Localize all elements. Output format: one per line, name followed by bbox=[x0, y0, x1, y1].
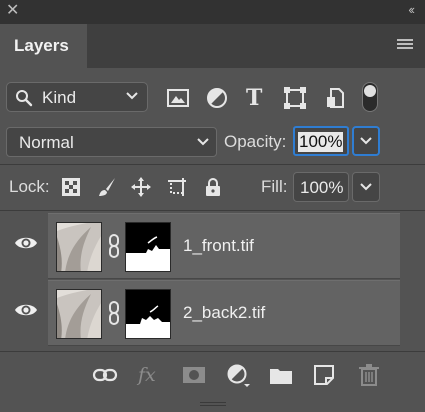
filter-kind-select[interactable]: Kind bbox=[6, 82, 148, 112]
visibility-eye-icon[interactable] bbox=[14, 235, 38, 251]
opacity-input[interactable]: 100% bbox=[293, 126, 349, 156]
smart-object-filter-icon[interactable] bbox=[324, 86, 348, 110]
opacity-label: Opacity: bbox=[224, 132, 287, 151]
divider bbox=[0, 210, 425, 211]
lock-label: Lock: bbox=[9, 177, 50, 196]
type-layer-filter-icon[interactable]: T bbox=[246, 86, 270, 110]
filter-kind-label: Kind bbox=[42, 88, 77, 107]
new-adjustment-layer-icon[interactable] bbox=[225, 362, 251, 388]
lock-transparent-pixels-icon[interactable] bbox=[61, 177, 81, 197]
new-layer-icon[interactable] bbox=[311, 362, 337, 388]
lock-all-icon[interactable] bbox=[203, 177, 223, 197]
chevron-down-icon bbox=[360, 137, 372, 145]
layer-name: 2_back2.tif bbox=[183, 303, 266, 322]
opacity-dropdown-button[interactable] bbox=[352, 126, 380, 156]
blend-mode-select[interactable]: Normal bbox=[6, 127, 217, 157]
layer-mask-link-icon[interactable] bbox=[108, 301, 120, 325]
layer-row[interactable]: 2_back2.tif bbox=[0, 280, 425, 346]
lock-position-icon[interactable] bbox=[131, 177, 151, 197]
search-icon bbox=[16, 90, 33, 107]
add-layer-style-icon[interactable]: fx bbox=[138, 362, 164, 388]
panel-tab-row: Layers bbox=[0, 24, 425, 68]
collapse-panel-icon[interactable]: ‹‹ bbox=[408, 3, 415, 17]
fill-value: 100% bbox=[300, 178, 344, 197]
divider bbox=[0, 164, 425, 165]
blend-mode-value: Normal bbox=[19, 133, 74, 152]
resize-grip-icon[interactable] bbox=[200, 402, 226, 408]
delete-layer-icon[interactable] bbox=[356, 362, 382, 388]
tab-layers-label: Layers bbox=[14, 36, 69, 55]
lock-image-pixels-icon[interactable] bbox=[97, 177, 117, 197]
pixel-layer-filter-icon[interactable] bbox=[166, 86, 190, 110]
layers-list: 1_front.tif 2_back2.tif bbox=[0, 213, 425, 351]
close-icon[interactable]: ✕ bbox=[6, 2, 22, 20]
prevent-auto-nesting-icon[interactable] bbox=[167, 177, 187, 197]
visibility-eye-icon[interactable] bbox=[14, 302, 38, 318]
layer-mask-thumbnail[interactable] bbox=[125, 222, 171, 272]
layer-name: 1_front.tif bbox=[183, 236, 254, 255]
layer-mask-thumbnail[interactable] bbox=[125, 289, 171, 339]
fill-input[interactable]: 100% bbox=[293, 172, 349, 202]
fill-label: Fill: bbox=[261, 177, 288, 196]
new-group-icon[interactable] bbox=[268, 362, 294, 388]
chevron-down-icon bbox=[126, 92, 138, 100]
layer-mask-link-icon[interactable] bbox=[108, 234, 120, 258]
filter-toggle-switch[interactable] bbox=[362, 82, 378, 112]
panel-title-bar: ✕ ‹‹ bbox=[0, 0, 425, 24]
hamburger-menu-icon[interactable] bbox=[397, 39, 413, 51]
chevron-down-icon bbox=[197, 138, 209, 146]
add-mask-icon[interactable] bbox=[181, 362, 207, 388]
fill-dropdown-button[interactable] bbox=[352, 172, 380, 202]
layer-thumbnail bbox=[56, 222, 102, 272]
layer-content[interactable]: 2_back2.tif bbox=[48, 280, 400, 346]
opacity-value: 100% bbox=[298, 132, 344, 152]
layer-thumbnail bbox=[56, 289, 102, 339]
tab-layers[interactable]: Layers bbox=[0, 24, 87, 68]
chevron-down-icon bbox=[360, 183, 372, 191]
adjustment-layer-filter-icon[interactable] bbox=[205, 86, 229, 110]
shape-layer-filter-icon[interactable] bbox=[283, 86, 307, 110]
layer-row[interactable]: 1_front.tif bbox=[0, 213, 425, 279]
layer-content[interactable]: 1_front.tif bbox=[48, 213, 400, 279]
link-layers-icon[interactable] bbox=[92, 362, 118, 388]
